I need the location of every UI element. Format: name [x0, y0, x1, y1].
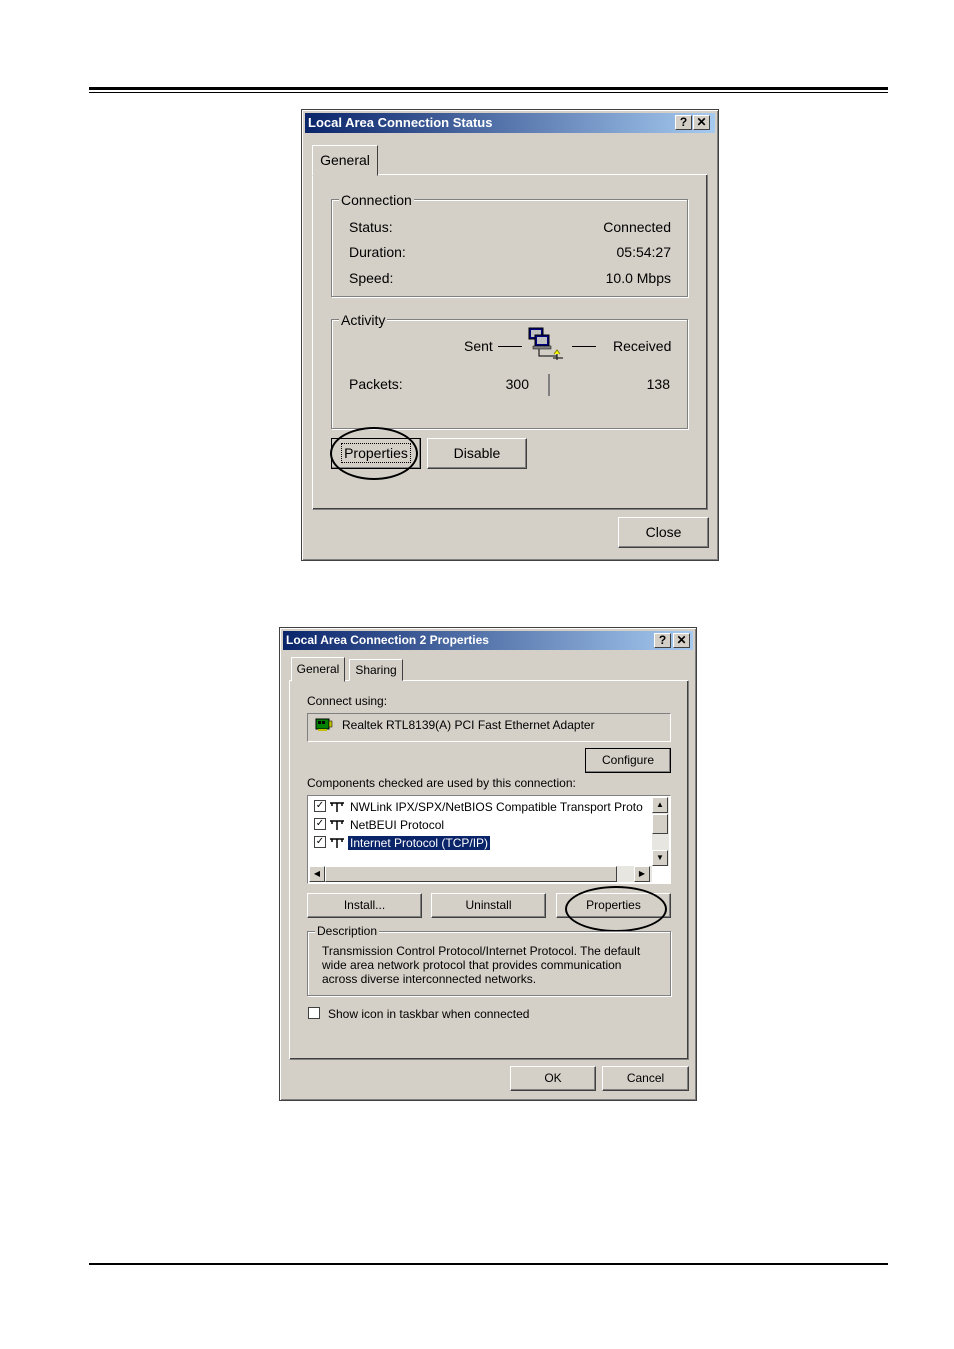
header-rule-thin: [89, 92, 888, 93]
network-adapter-icon: [315, 717, 333, 733]
received-label: Received: [613, 338, 672, 354]
duration-label: Duration:: [349, 244, 406, 260]
component-item-netbeui[interactable]: NetBEUI Protocol: [350, 818, 444, 832]
component-item-nwlink[interactable]: NWLink IPX/SPX/NetBIOS Compatible Transp…: [350, 800, 652, 814]
status-dialog: Local Area Connection Status ? ✕ General…: [301, 109, 719, 561]
connect-using-label: Connect using:: [307, 694, 388, 708]
protocol-icon: [329, 836, 345, 848]
scroll-right-arrow-icon[interactable]: ▶: [634, 866, 650, 882]
show-icon-label[interactable]: Show icon in taskbar when connected: [328, 1007, 529, 1021]
close-x-button[interactable]: ✕: [693, 115, 710, 130]
packets-divider: [548, 374, 550, 396]
ok-button[interactable]: OK: [510, 1066, 596, 1091]
speed-label: Speed:: [349, 270, 394, 286]
components-label: Components checked are used by this conn…: [307, 776, 576, 790]
adapter-name: Realtek RTL8139(A) PCI Fast Ethernet Ada…: [342, 718, 595, 732]
highlight-ellipse: [565, 886, 667, 932]
activity-group: [331, 319, 688, 429]
status-label: Status:: [349, 219, 393, 235]
tab-general[interactable]: General: [291, 657, 345, 682]
tab-sharing[interactable]: Sharing: [349, 659, 403, 681]
header-rule-thick: [89, 87, 888, 90]
scroll-up-arrow-icon[interactable]: ▲: [652, 797, 668, 813]
properties-dialog-titlebar: Local Area Connection 2 Properties: [283, 631, 693, 650]
cancel-button[interactable]: Cancel: [602, 1066, 689, 1091]
status-value: Connected: [603, 219, 671, 235]
protocol-icon: [329, 818, 345, 830]
activity-group-label: Activity: [339, 312, 388, 328]
disable-button[interactable]: Disable: [427, 438, 527, 469]
tab-general-label: General: [320, 152, 370, 168]
connection-group-label: Connection: [339, 192, 414, 208]
packets-sent-value: 300: [505, 376, 529, 392]
protocol-icon: [329, 800, 345, 812]
component-item-tcpip[interactable]: Internet Protocol (TCP/IP): [346, 835, 492, 851]
status-dialog-titlebar: Local Area Connection Status: [305, 113, 715, 133]
properties-dialog: Local Area Connection 2 Properties ? ✕ G…: [279, 627, 697, 1101]
status-dialog-title: Local Area Connection Status: [308, 115, 493, 130]
speed-value: 10.0 Mbps: [605, 270, 671, 286]
scroll-left-arrow-icon[interactable]: ◀: [309, 866, 325, 882]
highlight-ellipse: [330, 427, 418, 480]
horizontal-scroll-thumb[interactable]: [325, 866, 617, 882]
component-checkbox-nwlink[interactable]: ✓: [314, 800, 326, 812]
duration-value: 05:54:27: [616, 244, 672, 260]
description-line-2: wide area network protocol that provides…: [322, 958, 622, 972]
component-checkbox-tcpip[interactable]: ✓: [314, 836, 326, 848]
scroll-thumb[interactable]: [652, 814, 668, 834]
footer-rule: [89, 1263, 888, 1265]
network-computers-icon: [527, 326, 569, 362]
uninstall-button[interactable]: Uninstall: [431, 893, 546, 918]
install-button[interactable]: Install...: [307, 893, 422, 918]
tab-general[interactable]: General: [312, 145, 378, 176]
properties-dialog-title: Local Area Connection 2 Properties: [286, 633, 489, 647]
packets-received-value: 138: [646, 376, 670, 392]
description-line-1: Transmission Control Protocol/Internet P…: [322, 944, 641, 958]
description-group-label: Description: [315, 924, 380, 938]
tab-general-label: General: [296, 662, 340, 676]
sent-line: [498, 346, 522, 347]
show-icon-checkbox[interactable]: [308, 1007, 320, 1019]
description-line-3: across diverse interconnected networks.: [322, 972, 537, 986]
tab-sharing-label: Sharing: [355, 663, 397, 677]
help-button[interactable]: ?: [675, 115, 692, 130]
received-line: [572, 346, 596, 347]
close-button[interactable]: Close: [618, 517, 709, 548]
packets-label: Packets:: [349, 376, 403, 392]
close-x-button[interactable]: ✕: [673, 633, 690, 648]
sent-label: Sent: [464, 338, 493, 354]
scroll-down-arrow-icon[interactable]: ▼: [652, 850, 668, 866]
help-button[interactable]: ?: [654, 633, 671, 648]
configure-button[interactable]: Configure: [585, 748, 671, 773]
component-checkbox-netbeui[interactable]: ✓: [314, 818, 326, 830]
